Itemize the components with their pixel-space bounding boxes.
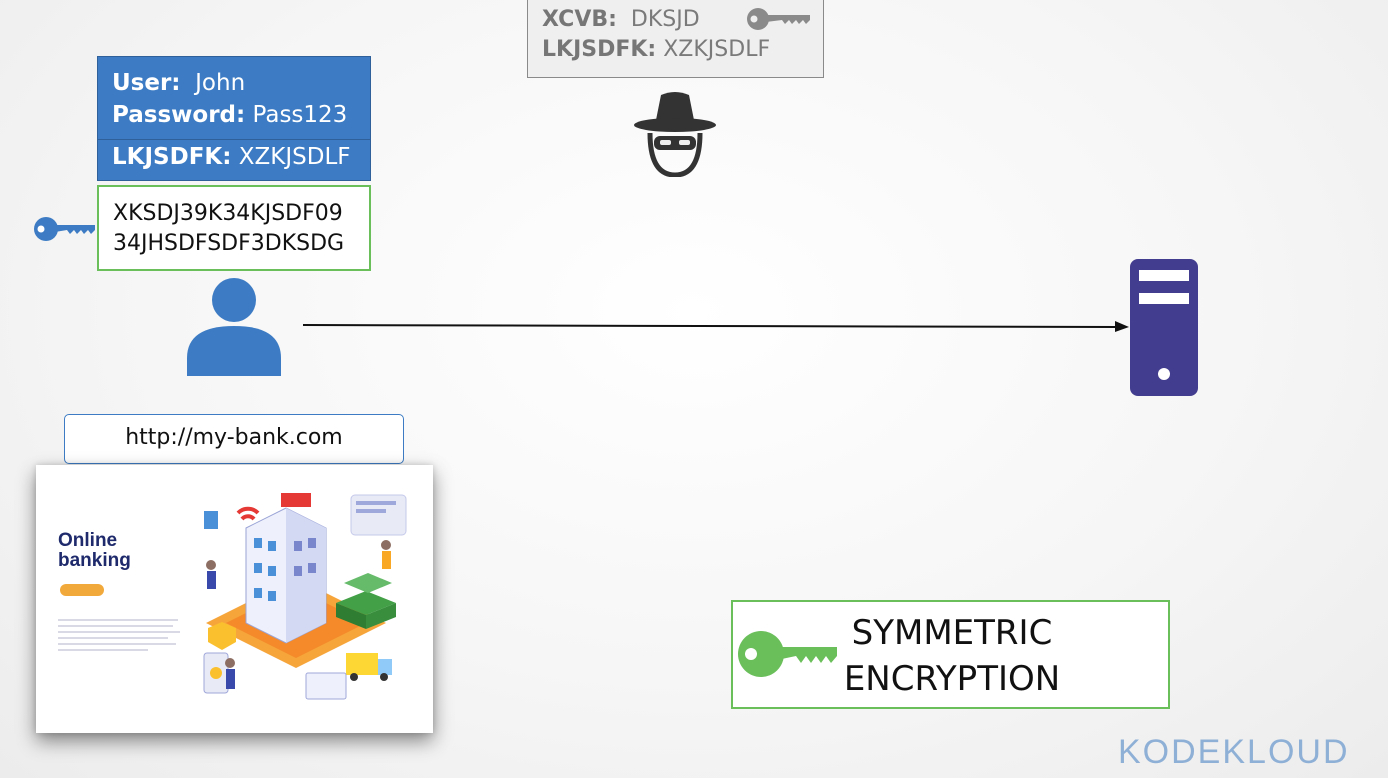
banner-text-line <box>58 631 180 633</box>
banner-text-line <box>58 637 168 639</box>
kodekloud-logo: KODEKLOUD <box>1118 733 1350 771</box>
banner-title: Online banking <box>58 530 131 571</box>
banner-text-line <box>58 649 148 651</box>
symmetric-encryption-box: SYMMETRIC ENCRYPTION <box>731 600 1170 709</box>
banner-text-line <box>58 643 176 645</box>
key-icon <box>747 8 810 30</box>
key-icon <box>738 631 837 677</box>
key-row: LKJSDFK: XZKJSDLF <box>112 144 351 170</box>
transmission-arrow <box>303 321 1129 332</box>
credentials-divider <box>98 139 370 140</box>
user-icon <box>187 278 281 376</box>
password-row: Password: Pass123 <box>112 102 348 128</box>
url-bar: http://my-bank.com <box>64 414 404 464</box>
symmetric-encryption-label: SYMMETRIC ENCRYPTION <box>843 613 1061 699</box>
encrypted-data-box: XKSDJ39K34KJSDF09 34JHSDFSDF3DKSDG <box>97 185 371 271</box>
banner-text-line <box>58 619 178 621</box>
bank-website-preview: Online banking <box>36 465 433 733</box>
banner-text-line <box>58 625 173 627</box>
hacker-icon <box>634 92 716 177</box>
server-icon <box>1130 259 1198 396</box>
banking-illustration <box>203 493 407 700</box>
encrypted-line-1: XKSDJ39K34KJSDF09 <box>113 201 343 226</box>
intercepted-line-2: LKJSDFK: XZKJSDLF <box>542 37 771 62</box>
banner-button <box>60 584 104 596</box>
user-row: User: John <box>112 70 246 96</box>
credentials-box: User: John Password: Pass123 LKJSDFK: XZ… <box>97 56 371 181</box>
encrypted-line-2: 34JHSDFSDF3DKSDG <box>113 231 345 256</box>
key-icon <box>34 217 95 241</box>
